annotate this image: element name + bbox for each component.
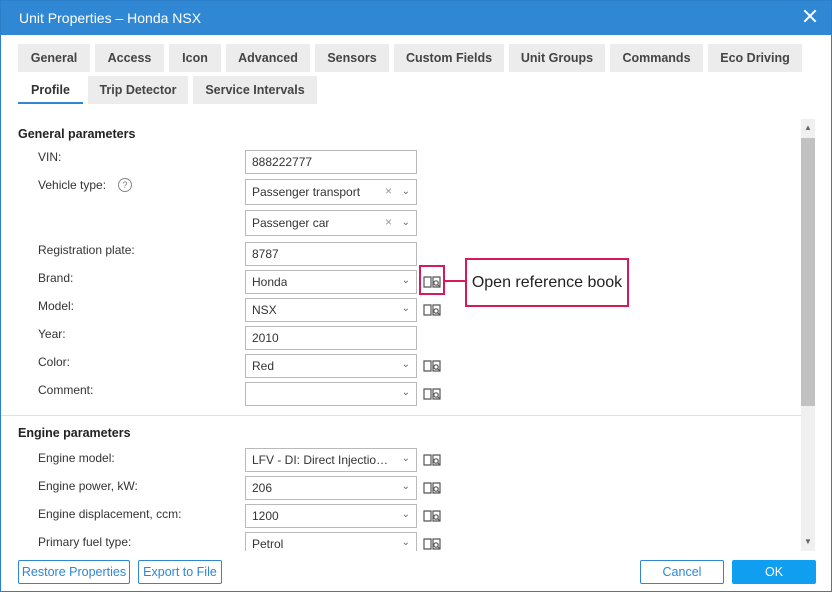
general-parameters-title: General parameters bbox=[18, 127, 136, 141]
tab-custom-fields[interactable]: Custom Fields bbox=[394, 44, 504, 72]
scroll-up-icon[interactable]: ▲ bbox=[801, 123, 815, 135]
chevron-down-icon[interactable]: ⌄ bbox=[402, 387, 410, 398]
tab-unit-groups[interactable]: Unit Groups bbox=[509, 44, 605, 72]
reference-book-icon[interactable] bbox=[423, 453, 441, 467]
engine-power-label: Engine power, kW: bbox=[38, 479, 138, 493]
export-to-file-button[interactable]: Export to File bbox=[138, 560, 222, 584]
profile-panel: General parameters VIN: 888222777 Vehicl… bbox=[1, 119, 831, 551]
tab-profile[interactable]: Profile bbox=[18, 76, 83, 104]
vehicle-subtype-select[interactable]: Passenger car × ⌄ bbox=[245, 210, 417, 236]
callout-highlight bbox=[419, 265, 445, 295]
reference-book-icon[interactable] bbox=[423, 509, 441, 523]
tab-advanced[interactable]: Advanced bbox=[226, 44, 310, 72]
chevron-down-icon[interactable]: ⌄ bbox=[402, 275, 410, 286]
tab-icon[interactable]: Icon bbox=[169, 44, 221, 72]
primary-fuel-type-label: Primary fuel type: bbox=[38, 535, 132, 549]
engine-displacement-value: 1200 bbox=[252, 509, 279, 523]
vehicle-subtype-value: Passenger car bbox=[252, 216, 330, 230]
help-icon[interactable]: ? bbox=[118, 178, 132, 192]
color-select[interactable]: Red ⌄ bbox=[245, 354, 417, 378]
tab-access[interactable]: Access bbox=[95, 44, 164, 72]
clear-icon[interactable]: × bbox=[385, 215, 392, 229]
color-value: Red bbox=[252, 359, 275, 373]
color-label: Color: bbox=[38, 355, 71, 369]
engine-power-select[interactable]: 206 ⌄ bbox=[245, 476, 417, 500]
model-value: NSX bbox=[252, 303, 277, 317]
chevron-down-icon[interactable]: ⌄ bbox=[402, 509, 410, 520]
vehicle-type-label: Vehicle type: bbox=[38, 178, 107, 192]
tab-trip-detector[interactable]: Trip Detector bbox=[88, 76, 188, 104]
model-label: Model: bbox=[38, 299, 75, 313]
brand-value: Honda bbox=[252, 275, 288, 289]
brand-label: Brand: bbox=[38, 271, 74, 285]
chevron-down-icon[interactable]: ⌄ bbox=[402, 359, 410, 370]
comment-label: Comment: bbox=[38, 383, 94, 397]
vin-input[interactable]: 888222777 bbox=[245, 150, 417, 174]
dialog-footer: Restore Properties Export to File Cancel… bbox=[1, 551, 831, 591]
engine-model-select[interactable]: LFV - DI: Direct Injection... ⌄ bbox=[245, 448, 417, 472]
vehicle-type-value: Passenger transport bbox=[252, 185, 361, 199]
chevron-down-icon[interactable]: ⌄ bbox=[402, 217, 410, 228]
clear-icon[interactable]: × bbox=[385, 184, 392, 198]
vin-label: VIN: bbox=[38, 150, 62, 164]
ok-button[interactable]: OK bbox=[732, 560, 816, 584]
model-select[interactable]: NSX ⌄ bbox=[245, 298, 417, 322]
dialog-title: Unit Properties – Honda NSX bbox=[19, 10, 202, 26]
chevron-down-icon[interactable]: ⌄ bbox=[402, 186, 410, 197]
tab-eco-driving[interactable]: Eco Driving bbox=[708, 44, 802, 72]
chevron-down-icon[interactable]: ⌄ bbox=[402, 303, 410, 314]
chevron-down-icon[interactable]: ⌄ bbox=[402, 453, 410, 464]
callout-label: Open reference book bbox=[465, 258, 629, 307]
section-divider bbox=[1, 415, 812, 416]
engine-model-value: LFV - DI: Direct Injection... bbox=[252, 453, 392, 467]
chevron-down-icon[interactable]: ⌄ bbox=[402, 481, 410, 492]
registration-plate-input[interactable]: 8787 bbox=[245, 242, 417, 266]
engine-parameters-title: Engine parameters bbox=[18, 426, 131, 440]
title-bar: Unit Properties – Honda NSX bbox=[1, 1, 831, 35]
close-icon[interactable] bbox=[803, 9, 817, 23]
reference-book-icon[interactable] bbox=[423, 303, 441, 317]
engine-power-value: 206 bbox=[252, 481, 273, 495]
year-input[interactable]: 2010 bbox=[245, 326, 417, 350]
engine-model-label: Engine model: bbox=[38, 451, 115, 465]
year-label: Year: bbox=[38, 327, 66, 341]
comment-select[interactable]: ⌄ bbox=[245, 382, 417, 406]
brand-select[interactable]: Honda ⌄ bbox=[245, 270, 417, 294]
unit-properties-dialog: Unit Properties – Honda NSX General Acce… bbox=[0, 0, 832, 592]
cancel-button[interactable]: Cancel bbox=[640, 560, 724, 584]
primary-fuel-type-select[interactable]: Petrol ⌄ bbox=[245, 532, 417, 551]
tab-sensors[interactable]: Sensors bbox=[315, 44, 389, 72]
chevron-down-icon[interactable]: ⌄ bbox=[402, 537, 410, 548]
tab-general[interactable]: General bbox=[18, 44, 90, 72]
scroll-down-icon[interactable]: ▼ bbox=[801, 537, 815, 549]
primary-fuel-type-value: Petrol bbox=[252, 537, 284, 551]
engine-displacement-label: Engine displacement, ccm: bbox=[38, 507, 182, 521]
engine-displacement-select[interactable]: 1200 ⌄ bbox=[245, 504, 417, 528]
scrollbar-thumb[interactable] bbox=[801, 138, 815, 406]
reference-book-icon[interactable] bbox=[423, 537, 441, 551]
reference-book-icon[interactable] bbox=[423, 481, 441, 495]
registration-plate-label: Registration plate: bbox=[38, 243, 135, 257]
vehicle-type-select[interactable]: Passenger transport × ⌄ bbox=[245, 179, 417, 205]
tab-commands[interactable]: Commands bbox=[610, 44, 703, 72]
reference-book-icon[interactable] bbox=[423, 359, 441, 373]
callout-connector bbox=[445, 280, 466, 282]
tab-service-intervals[interactable]: Service Intervals bbox=[193, 76, 317, 104]
reference-book-icon[interactable] bbox=[423, 387, 441, 401]
restore-properties-button[interactable]: Restore Properties bbox=[18, 560, 130, 584]
